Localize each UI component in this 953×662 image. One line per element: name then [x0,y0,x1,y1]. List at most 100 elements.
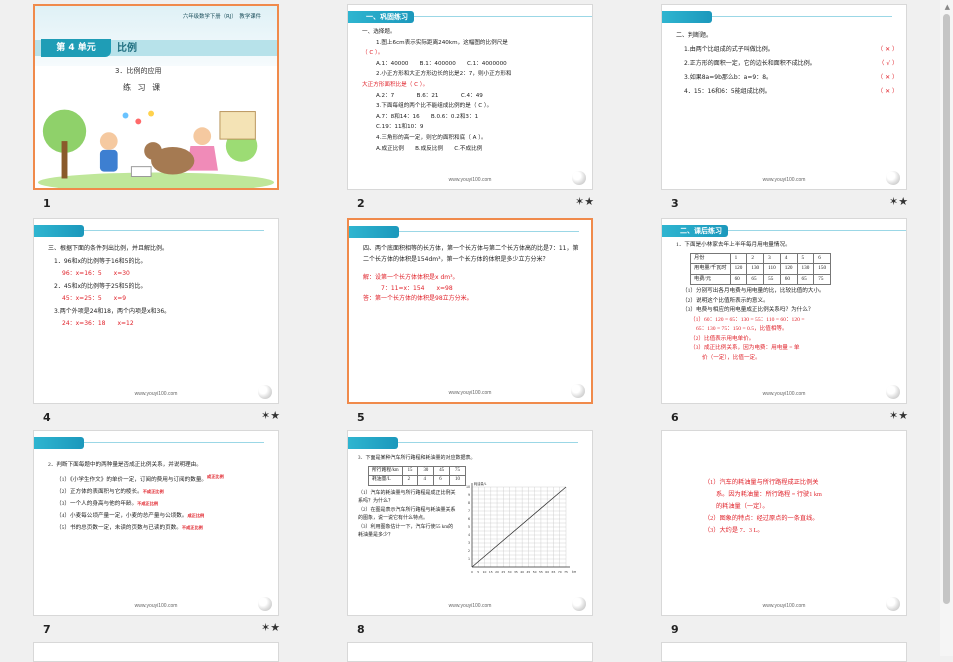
page-curl [886,385,900,399]
slide-number: 6 [671,411,679,424]
scrollbar-thumb[interactable] [943,14,950,604]
question-line: （1）汽车的耗油量与所行路程是成正比例关系吗？为什么？ [358,490,456,505]
item-text: （1）《小学生作文》的单价一定，订阅的费用与订阅的数量。 [56,476,208,483]
item-mark: 不成正比例 [137,500,159,506]
answer-line: 的耗油量（一定）。 [716,503,769,510]
answer-line: （1）汽车的耗油量与所行路程成正比例关 [704,479,819,486]
slide-body: （1）汽车的耗油量与所行路程成正比例关 系。因为耗油量：所行路程 = 行驶1 k… [704,477,898,537]
slide-frame[interactable]: 四、两个底面积相等的长方体，第一个长方体与第二个长方体高的比是7：11，第二个长… [347,218,593,404]
y-tick-label: 6 [468,517,470,521]
body-line: A.7：8和14：16 B.0.6：0.2和3：1 [376,113,479,120]
table-cell: 65 [796,273,815,285]
slide-frame[interactable]: 三、根据下面的条件列出比例，并且解比例。 1．96和x的比例等于16和5的比。 … [33,218,279,404]
section-tag [349,226,579,238]
answer-line: （2）比值表示用电单价。 [690,335,755,342]
answer-line: 大正方形面积比是（ C ）。 [362,81,429,88]
solution-line: 解：设第一个长方体体积是x dm³。 [363,274,459,281]
table-cell: 45 [433,465,451,476]
body-line: 3.两个外项是24和18，两个内项是x和36。 [54,307,171,315]
judgement-item: 4．15：16和6：5能组成比例。 （ ✕ ） [676,85,898,99]
slide-number: 2 [357,197,365,210]
slide-frame[interactable]: 六年级数学下册（RJ） 教学课件 第 4 单元 比例 3．比例的应用 练 习 课 [33,4,279,190]
slide-thumbnail-12[interactable] [661,642,907,662]
table-cell: 4 [779,252,798,264]
slide-frame[interactable]: 一、巩固练习 一、选择题。 1.图上6cm表示实际距离240km，这幅图的比例尺… [347,4,593,190]
answer-line: （3）成正比例关系，因为电费：用电量 = 单 [690,345,800,351]
question-text: 四、两个底面积相等的长方体，第一个长方体与第二个长方体高的比是7：11，第二个长… [363,245,579,263]
body-line: 三、根据下面的条件列出比例，并且解比例。 [48,245,169,252]
y-tick-label: 2 [468,549,470,553]
answer-line: 65：130 = 75：150 = 0.5，比值相等。 [696,326,788,332]
judgement-item: 1.由两个比组成的式子叫做比例。 （ ✕ ） [676,43,898,57]
y-tick-label: 3 [468,541,470,545]
slide-body: 一、选择题。 1.图上6cm表示实际距离240km，这幅图的比例尺是 （ C ）… [362,27,584,154]
x-tick-label: 45 [526,570,530,574]
y-tick-label: 7 [468,509,470,513]
question-text: 2．判断下面每题中的两种量是否成正比例关系，并说明理由。 [48,462,202,468]
y-tick-label: 9 [468,493,470,497]
table-cell: 60 [779,273,798,285]
table-cell: 用电量/千瓦时 [690,263,731,275]
slide-number: 9 [671,623,679,636]
body-line: 3．下面是某种汽车所行路程和耗油量的对应数据表。 [358,456,476,461]
slide-frame[interactable]: 2．判断下面每题中的两种量是否成正比例关系，并说明理由。 （1）《小学生作文》的… [33,430,279,616]
slide-thumbnail-11[interactable] [347,642,593,662]
item-mark: （ √ ） [878,60,898,67]
table-cell: 所行路程/km [368,465,403,476]
body-line: 3.下面每组的两个比不能组成比例的是（ C ）。 [376,103,493,110]
vertical-scrollbar[interactable]: ▲ [940,0,953,656]
body-line: 1．96和x的比例等于16和5的比。 [54,257,147,265]
star-icon[interactable]: ✶★ [889,195,908,208]
star-icon[interactable]: ✶★ [889,409,908,422]
slide-body: 1．下面是小林家去年上半年每月用电量情况。 月份 1 2 3 4 5 6 用电量… [676,241,898,363]
slide-body: 二、判断题。 1.由两个比组成的式子叫做比例。 （ ✕ ） 2.正方形的面积一定… [676,29,898,99]
section-tag: 一、巩固练习 [348,11,592,23]
slide-frame[interactable]: 二、判断题。 1.由两个比组成的式子叫做比例。 （ ✕ ） 2.正方形的面积一定… [661,4,907,190]
star-icon[interactable]: ✶★ [261,621,280,634]
footer-url: www.youyi100.com [762,177,806,183]
item-mark: 成正比例 [207,474,224,479]
y-axis-label: 耗油量/L [474,481,487,486]
page-curl [572,171,586,185]
lesson-title: 练 习 课 [123,83,163,92]
slide-frame[interactable]: （1）汽车的耗油量与所行路程成正比例关 系。因为耗油量：所行路程 = 行驶1 k… [661,430,907,616]
page-curl [571,384,585,398]
star-icon[interactable]: ✶★ [575,195,594,208]
item-text: 2.正方形的面积一定，它的边长和面积不成比例。 [684,60,816,67]
question-line: （2）在图是表示汽车所行路程与耗油量关系的图象，说一说它有什么特点。 [358,507,456,522]
table-cell: 120 [729,263,748,275]
table-cell: 6 [433,475,451,486]
answer-line: 答：第一个长方体的体积是98立方分米。 [363,295,473,302]
cover-header: 六年级数学下册（RJ） 教学课件 [182,14,261,20]
footer-url: www.youyi100.com [134,603,178,609]
answer-line: 24：x=36：18 x=12 [62,320,134,327]
x-tick-label: 70 [558,570,562,574]
body-line: 2.小正方形和大正方形边长的比是2：7，则小正方形和 [376,71,512,78]
slide-frame[interactable]: 3．下面是某种汽车所行路程和耗油量的对应数据表。 所行路程/km 1 5 3 0 4… [347,430,593,616]
y-tick-label: 1 [468,557,470,561]
x-tick-label: 0 [471,570,473,574]
table-cell: 130 [746,263,765,275]
item-text: （3）一个人的身高与他的年龄。 [56,500,138,507]
scroll-up-arrow-icon[interactable]: ▲ [945,3,950,11]
section-tag [34,225,264,237]
table-cell: 耗油量/L [368,475,403,486]
slide-thumbnail-10[interactable] [33,642,279,662]
body-line: 1.图上6cm表示实际距离240km，这幅图的比例尺是 [376,39,508,46]
table-cell: 150 [813,263,832,275]
slide-frame[interactable]: 二、课后练习 1．下面是小林家去年上半年每月用电量情况。 月份 1 2 3 4 … [661,218,907,404]
slide-body: 三、根据下面的条件列出比例，并且解比例。 1．96和x的比例等于16和5的比。 … [48,243,270,331]
star-icon[interactable]: ✶★ [261,409,280,422]
page-curl [258,597,272,611]
footer-url: www.youyi100.com [448,390,492,396]
answer-line: （3）大约是 7．3 L。 [704,527,764,534]
table-cell: 130 [796,263,815,275]
y-tick-label: 5 [468,525,470,529]
x-tick-label: 10 [483,570,487,574]
x-tick-label: 25 [501,570,505,574]
footer-url: www.youyi100.com [762,603,806,609]
item-mark: 不成正比例 [142,488,164,494]
table-cell: 3 [763,252,781,264]
cover-illustration [37,109,275,188]
table-cell: 110 [763,263,781,275]
